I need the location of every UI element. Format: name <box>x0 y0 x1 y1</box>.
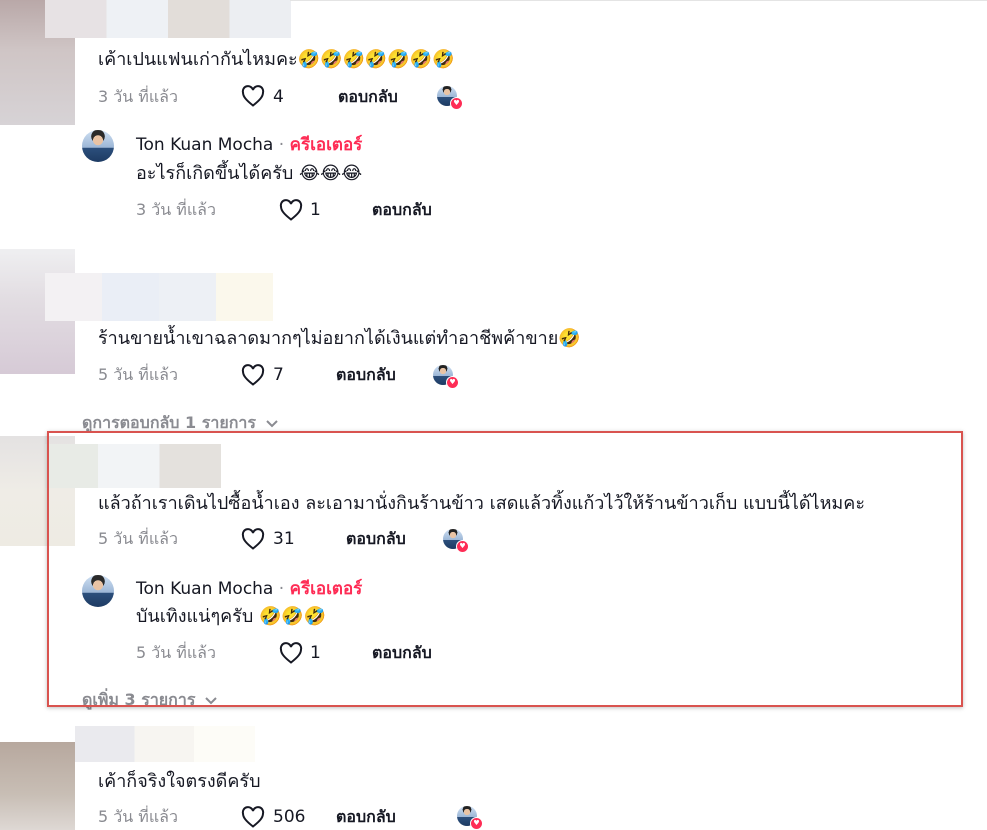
separator-dot: · <box>278 135 285 155</box>
like-count: 1 <box>310 200 321 220</box>
heart-outline-icon[interactable] <box>241 806 265 828</box>
blurred-username <box>45 273 273 321</box>
highlight-box <box>47 431 963 707</box>
like-count: 506 <box>273 807 306 827</box>
blurred-avatar <box>0 742 75 830</box>
comment-time: 5 วัน ที่แล้ว <box>98 365 178 384</box>
view-replies-label: ดูการตอบกลับ 1 รายการ <box>82 413 256 432</box>
chevron-down-icon <box>265 419 278 427</box>
creator-liked-avatar-icon: ♥ <box>433 365 459 389</box>
like-count: 4 <box>273 87 284 107</box>
blurred-username <box>45 0 291 38</box>
view-replies-button[interactable]: ดูการตอบกลับ 1 รายการ <box>82 413 278 433</box>
blurred-username <box>75 726 255 762</box>
creator-avatar[interactable] <box>82 130 114 162</box>
creator-liked-avatar-icon: ♥ <box>437 86 463 110</box>
comment-text: เค้าเปนแฟนเก่ากันไหมคะ🤣🤣🤣🤣🤣🤣🤣 <box>98 49 455 70</box>
creator-liked-avatar-icon: ♥ <box>457 806 483 830</box>
reply-button[interactable]: ตอบกลับ <box>338 87 398 107</box>
creator-badge: ครีเอเตอร์ <box>289 135 363 155</box>
reply-time: 3 วัน ที่แล้ว <box>136 200 216 219</box>
like-count: 7 <box>273 365 284 385</box>
comment-text: เค้าก็จริงใจตรงดีครับ <box>98 771 261 792</box>
creator-name[interactable]: Ton Kuan Mocha <box>136 135 273 155</box>
comment-text: ร้านขายน้ำเขาฉลาดมากๆไม่อยากได้เงินแต่ทำ… <box>98 328 581 349</box>
reply-button[interactable]: ตอบกลับ <box>372 200 432 220</box>
creator-name-line[interactable]: Ton Kuan Mocha · ครีเอเตอร์ <box>136 134 362 156</box>
comment-time: 5 วัน ที่แล้ว <box>98 807 178 826</box>
comment-time: 3 วัน ที่แล้ว <box>98 87 178 106</box>
reply-button[interactable]: ตอบกลับ <box>336 807 396 827</box>
top-divider <box>290 0 987 1</box>
creator-reply-text: อะไรก็เกิดขึ้นได้ครับ 😂😂😂 <box>136 163 363 184</box>
heart-outline-icon[interactable] <box>241 85 265 107</box>
heart-outline-icon[interactable] <box>241 364 265 386</box>
reply-button[interactable]: ตอบกลับ <box>336 365 396 385</box>
heart-outline-icon[interactable] <box>279 199 303 221</box>
